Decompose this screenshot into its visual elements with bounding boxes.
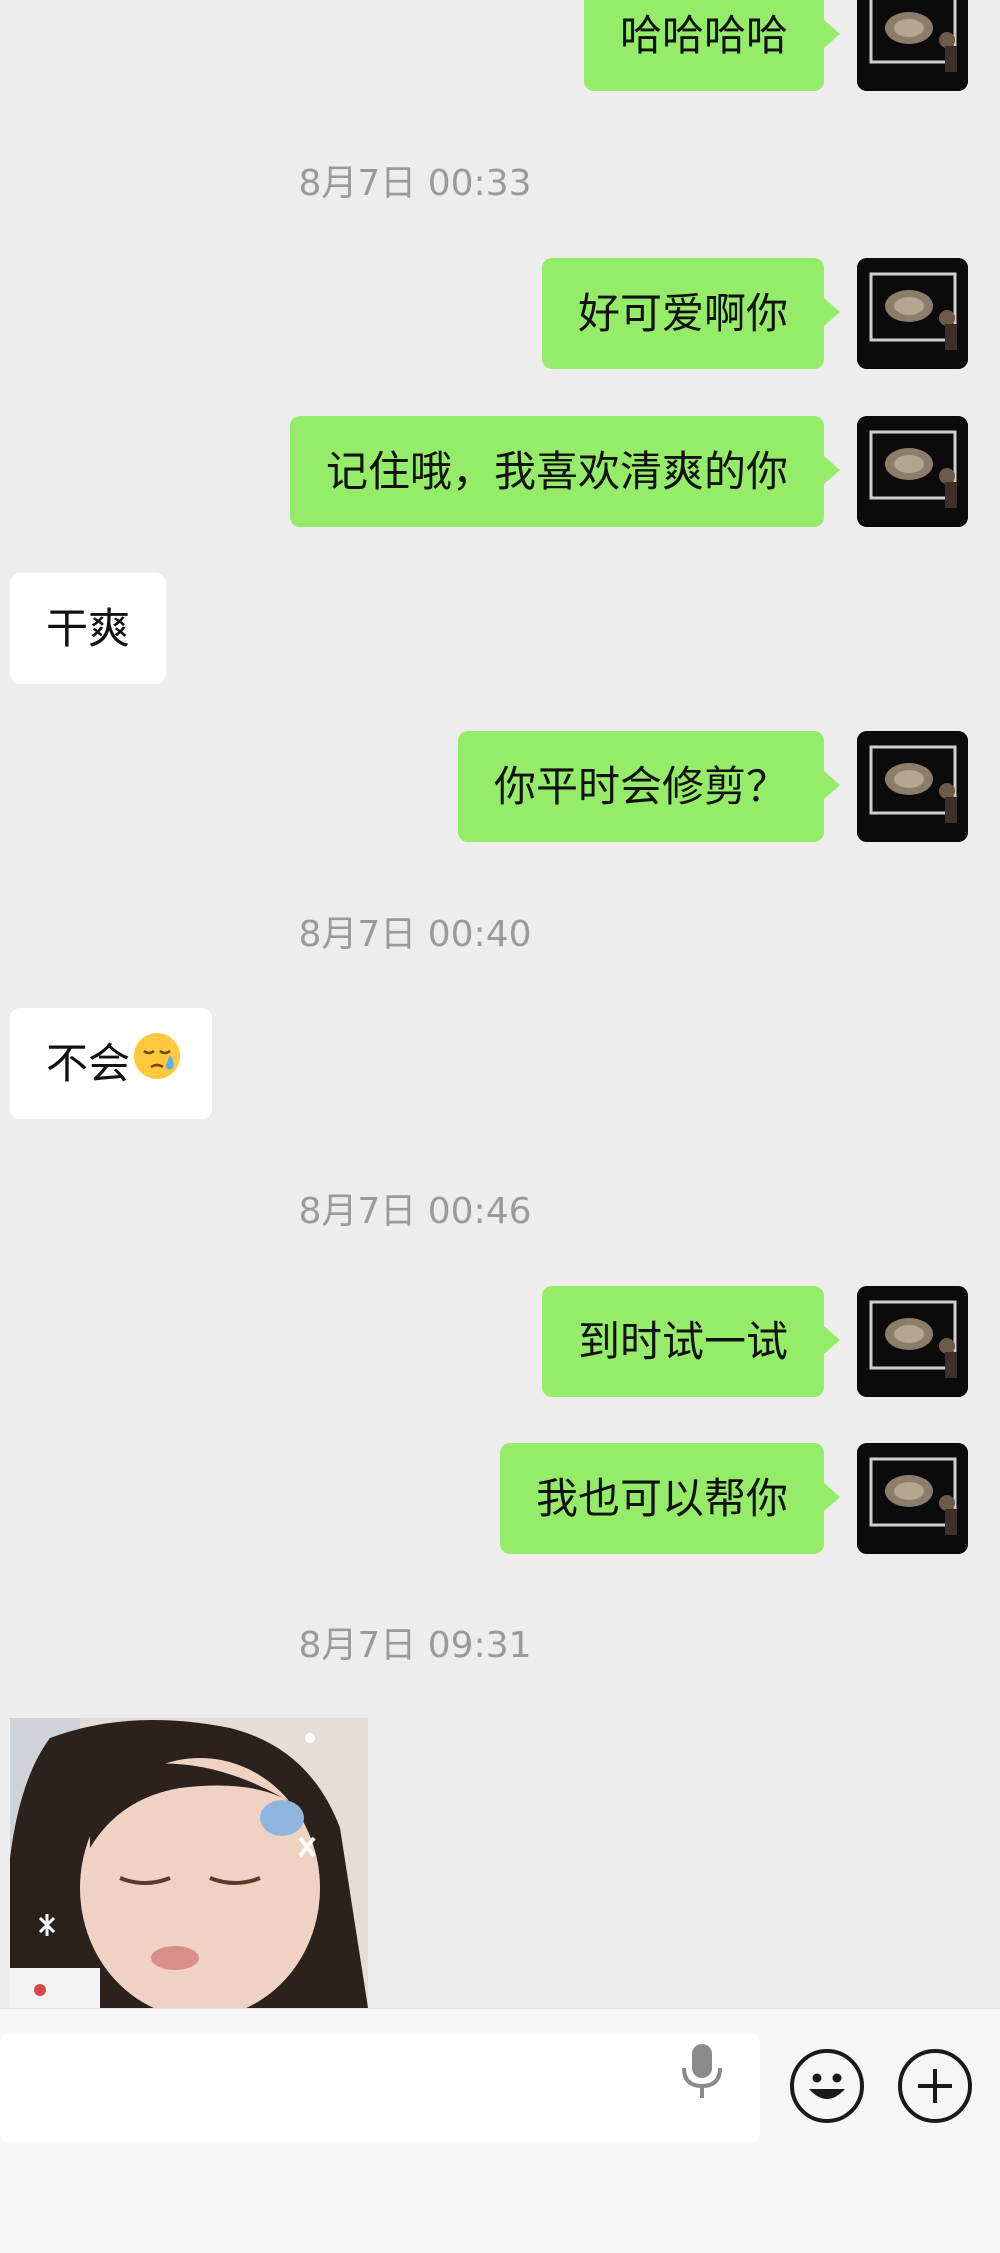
input-bar (0, 2008, 1000, 2253)
avatar-image (857, 1286, 968, 1397)
timestamp: 8月7日 00:40 (298, 914, 532, 955)
emoji-icon (809, 2073, 845, 2099)
avatar-image (857, 731, 968, 842)
avatar[interactable] (857, 258, 968, 369)
outgoing-message-bubble[interactable]: 我也可以帮你 (499, 1443, 841, 1554)
message-row: 我也可以帮你 (0, 1443, 1000, 1554)
microphone-icon[interactable] (680, 2040, 724, 2106)
message-text: 到时试一试 (577, 1317, 788, 1366)
avatar[interactable] (857, 416, 968, 527)
message-text: 不会 (46, 1039, 131, 1088)
avatar-image (857, 1443, 968, 1554)
message-text: 哈哈哈哈 (619, 11, 788, 60)
message-row: 到时试一试 (0, 1286, 1000, 1397)
outgoing-message-bubble[interactable]: 你平时会修剪？ (457, 731, 841, 842)
incoming-message-bubble[interactable]: 不会 (10, 1008, 213, 1122)
outgoing-message-bubble[interactable]: 哈哈哈哈 (583, 0, 841, 91)
avatar[interactable] (857, 0, 968, 91)
plus-icon (918, 2069, 952, 2103)
outgoing-message-bubble[interactable]: 记住哦，我喜欢清爽的你 (289, 416, 841, 527)
sleepy-face-icon (132, 1011, 182, 1122)
message-text: 好可爱啊你 (577, 289, 788, 338)
avatar[interactable] (857, 1286, 968, 1397)
outgoing-message-bubble[interactable]: 到时试一试 (541, 1286, 841, 1397)
message-text: 干爽 (46, 604, 131, 653)
avatar[interactable] (857, 731, 968, 842)
message-row: 干爽 (0, 573, 1000, 684)
avatar-image (857, 258, 968, 369)
avatar-image (857, 0, 968, 91)
outgoing-message-bubble[interactable]: 好可爱啊你 (541, 258, 841, 369)
timestamp: 8月7日 00:33 (298, 163, 532, 204)
message-row: 不会 (0, 1008, 1000, 1119)
emoji-button[interactable] (790, 2049, 864, 2123)
message-row: 哈哈哈哈 (0, 0, 1000, 91)
image-message[interactable] (10, 1718, 368, 2008)
message-text: 你平时会修剪？ (493, 762, 788, 811)
message-row: 好可爱啊你 (0, 258, 1000, 369)
timestamp: 8月7日 09:31 (298, 1625, 532, 1666)
message-row: 记住哦，我喜欢清爽的你 (0, 416, 1000, 527)
timestamp: 8月7日 00:46 (298, 1191, 532, 1232)
chat-area[interactable]: 哈哈哈哈 8月7日 00:33 好可爱啊你 记住哦，我喜欢清爽的你 干爽 你平时… (0, 0, 1000, 2008)
more-button[interactable] (898, 2049, 972, 2123)
incoming-message-bubble[interactable]: 干爽 (10, 573, 167, 684)
photo-sleeping-girl (10, 1718, 368, 2008)
message-row: 你平时会修剪？ (0, 731, 1000, 842)
message-text: 记住哦，我喜欢清爽的你 (325, 447, 788, 496)
message-input[interactable] (0, 2033, 760, 2143)
avatar[interactable] (857, 1443, 968, 1554)
message-text: 我也可以帮你 (535, 1474, 788, 1523)
avatar-image (857, 416, 968, 527)
